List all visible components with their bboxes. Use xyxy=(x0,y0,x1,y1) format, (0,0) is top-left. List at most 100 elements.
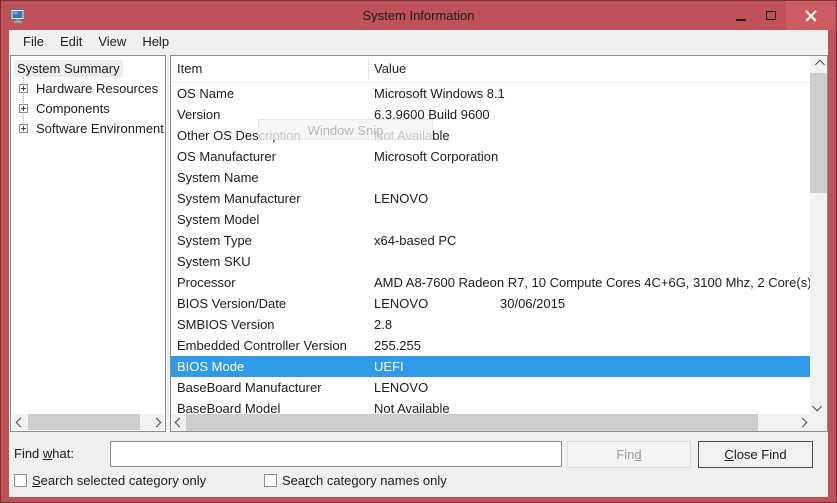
find-button-label: Find xyxy=(616,447,641,462)
column-header-item[interactable]: Item xyxy=(177,56,202,82)
table-row[interactable]: OS Name Microsoft Windows 8.1 xyxy=(171,83,810,104)
maximize-button[interactable] xyxy=(757,1,785,30)
checkbox-label: Search selected category only xyxy=(32,473,206,488)
row-item-cell: System Name xyxy=(177,167,259,188)
table-row[interactable]: BIOS Mode UEFI xyxy=(171,356,810,377)
table-row[interactable]: Embedded Controller Version 255.255 xyxy=(171,335,810,356)
row-item-cell: OS Manufacturer xyxy=(177,146,276,167)
scroll-down-arrow[interactable] xyxy=(810,398,826,414)
tree-horizontal-scrollbar[interactable] xyxy=(12,414,164,430)
tree-items: System Summary Hardware Resources Compon… xyxy=(11,58,165,138)
minimize-button[interactable] xyxy=(725,1,757,30)
search-option[interactable]: Search category names only xyxy=(264,471,447,489)
detail-vscroll-thumb[interactable] xyxy=(810,73,827,193)
checkbox-label: Search category names only xyxy=(282,473,447,488)
table-row[interactable]: System Name xyxy=(171,167,810,188)
row-item-cell: Version xyxy=(177,104,220,125)
table-row[interactable]: System Model xyxy=(171,209,810,230)
menu-bar: File Edit View Help xyxy=(9,30,828,54)
find-button[interactable]: Find xyxy=(567,441,691,468)
client-area: File Edit View Help xyxy=(9,30,828,497)
tree-item[interactable]: Hardware Resources xyxy=(19,78,165,98)
expand-plus-icon[interactable] xyxy=(19,104,28,113)
row-value-cell: LENOVO xyxy=(374,293,428,314)
table-header: Item Value xyxy=(171,56,810,83)
expand-plus-icon[interactable] xyxy=(19,124,28,133)
scrollbar-corner xyxy=(810,414,827,431)
row-value-cell: AMD A8-7600 Radeon R7, 10 Compute Cores … xyxy=(374,272,810,293)
row-value-cell: 2.8 xyxy=(374,314,392,335)
row-value2-cell: 30/06/2015 xyxy=(500,293,565,314)
scroll-right-arrow[interactable] xyxy=(794,414,810,430)
detail-horizontal-scrollbar[interactable] xyxy=(171,414,810,431)
row-value-cell: Microsoft Windows 8.1 xyxy=(374,83,505,104)
find-input[interactable] xyxy=(110,441,562,467)
table-row[interactable]: System Type x64-based PC xyxy=(171,230,810,251)
window-title: System Information xyxy=(1,1,836,31)
column-divider[interactable] xyxy=(368,59,369,79)
row-item-cell: System Manufacturer xyxy=(177,188,301,209)
row-item-cell: System Type xyxy=(177,230,252,251)
row-value-cell: 255.255 xyxy=(374,335,421,356)
detail-hscroll-thumb[interactable] xyxy=(186,414,758,431)
table-row[interactable]: Processor AMD A8-7600 Radeon R7, 10 Comp… xyxy=(171,272,810,293)
row-item-cell: SMBIOS Version xyxy=(177,314,275,335)
menu-item[interactable]: View xyxy=(90,31,134,53)
row-value-cell: LENOVO xyxy=(374,377,428,398)
menu-item[interactable]: Help xyxy=(134,31,177,53)
table-row[interactable]: OS Manufacturer Microsoft Corporation xyxy=(171,146,810,167)
menu-item-label: Help xyxy=(142,34,169,49)
row-value-cell: x64-based PC xyxy=(374,230,456,251)
table-row[interactable]: System Manufacturer LENOVO xyxy=(171,188,810,209)
row-item-cell: Embedded Controller Version xyxy=(177,335,347,356)
menu-item[interactable]: Edit xyxy=(52,31,90,53)
detail-panel: Item Value OS Name Microsoft Windows 8.1… xyxy=(170,55,828,432)
close-icon xyxy=(805,10,817,22)
table-row[interactable]: BaseBoard Manufacturer LENOVO xyxy=(171,377,810,398)
tree-item-label: Components xyxy=(33,100,113,117)
maximize-icon xyxy=(766,11,776,20)
table-row[interactable]: SMBIOS Version 2.8 xyxy=(171,314,810,335)
column-header-value[interactable]: Value xyxy=(374,56,406,82)
menu-item-label: View xyxy=(98,34,126,49)
row-item-cell: System SKU xyxy=(177,251,251,272)
tree-item[interactable]: Components xyxy=(19,98,165,118)
row-value-cell: UEFI xyxy=(374,356,404,377)
close-button[interactable] xyxy=(786,1,835,30)
search-option[interactable]: Search selected category only xyxy=(14,471,206,489)
row-item-cell: BIOS Version/Date xyxy=(177,293,286,314)
title-bar[interactable]: System Information xyxy=(1,1,836,31)
close-find-button[interactable]: Close Find xyxy=(698,441,813,468)
window-snip-tooltip-ghost: Window Snip xyxy=(258,119,433,140)
tree-item-label: Software Environment xyxy=(33,120,166,137)
category-tree-panel: System Summary Hardware Resources Compon… xyxy=(10,55,166,432)
detail-vertical-scrollbar[interactable] xyxy=(810,56,827,414)
tree-item-label: Hardware Resources xyxy=(33,80,161,97)
row-item-cell: System Model xyxy=(177,209,259,230)
menu-item[interactable]: File xyxy=(15,31,52,53)
row-value-cell: LENOVO xyxy=(374,188,428,209)
minimize-icon xyxy=(736,19,746,21)
tree-hscroll-thumb[interactable] xyxy=(28,414,140,430)
scroll-right-arrow[interactable] xyxy=(148,414,164,430)
row-item-cell: BaseBoard Manufacturer xyxy=(177,377,322,398)
row-item-cell: Processor xyxy=(177,272,236,293)
row-item-cell: OS Name xyxy=(177,83,234,104)
row-value-cell: Microsoft Corporation xyxy=(374,146,498,167)
checkbox[interactable] xyxy=(14,474,27,487)
table-row[interactable]: BIOS Version/Date LENOVO 30/06/2015 xyxy=(171,293,810,314)
window-frame: System Information File Edit View xyxy=(0,0,837,503)
tree-item[interactable]: System Summary xyxy=(14,58,165,78)
menu-item-label: Edit xyxy=(60,34,82,49)
scroll-up-arrow[interactable] xyxy=(810,56,826,72)
expand-plus-icon[interactable] xyxy=(19,84,28,93)
close-find-button-label: Close Find xyxy=(724,447,786,462)
scroll-left-arrow[interactable] xyxy=(12,414,28,430)
tree-item[interactable]: Software Environment xyxy=(19,118,165,138)
scroll-left-arrow[interactable] xyxy=(171,414,187,430)
checkbox[interactable] xyxy=(264,474,277,487)
row-item-cell: BIOS Mode xyxy=(177,356,244,377)
table-row[interactable]: System SKU xyxy=(171,251,810,272)
find-what-label: Find what: xyxy=(14,441,74,467)
menu-item-label: File xyxy=(23,34,44,49)
